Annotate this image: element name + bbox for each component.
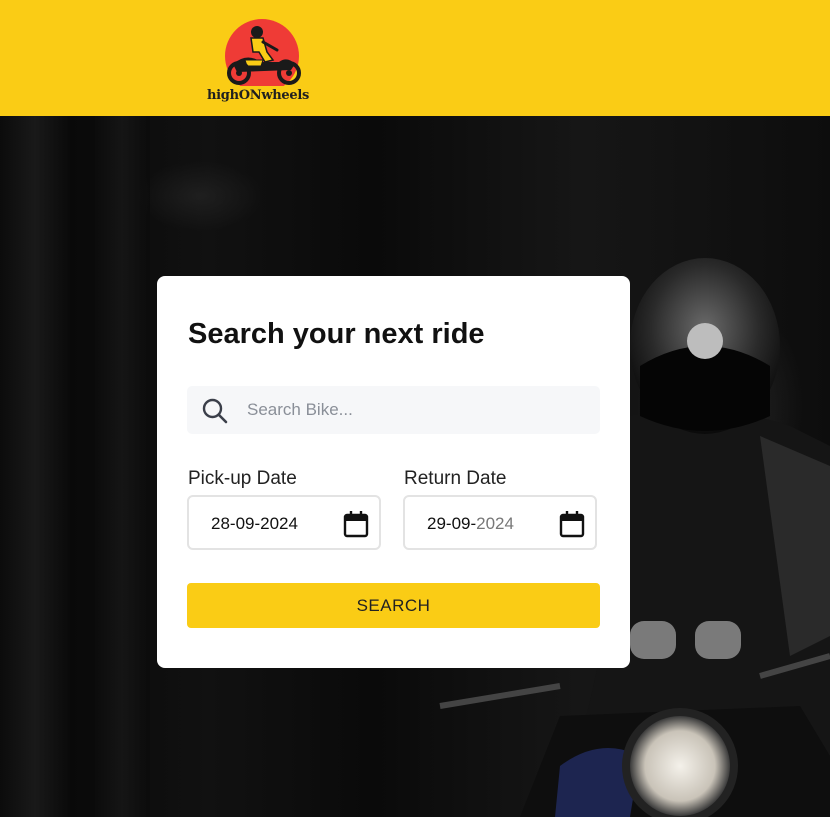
search-icon (202, 398, 228, 424)
search-button[interactable]: SEARCH (187, 583, 600, 628)
calendar-icon[interactable] (343, 510, 369, 538)
return-date-input[interactable]: 29-09-2024 (403, 495, 597, 550)
return-date-label: Return Date (404, 468, 507, 489)
return-date-value: 29-09-2024 (427, 514, 514, 533)
brand-name: highONwheels (207, 88, 309, 103)
search-input[interactable] (247, 386, 587, 434)
search-card: Search your next ride Pick-up Date 28-09… (157, 276, 630, 668)
motorcycle-icon (225, 19, 301, 86)
pickup-date-input[interactable]: 28-09-2024 (187, 495, 381, 550)
pickup-date-label: Pick-up Date (188, 468, 297, 489)
brand-logo[interactable]: highONwheels (207, 18, 322, 108)
search-card-title: Search your next ride (188, 318, 485, 350)
calendar-icon[interactable] (559, 510, 585, 538)
pickup-date-value: 28-09-2024 (211, 514, 298, 533)
site-header: highONwheels (0, 0, 830, 116)
search-field[interactable] (187, 386, 600, 434)
